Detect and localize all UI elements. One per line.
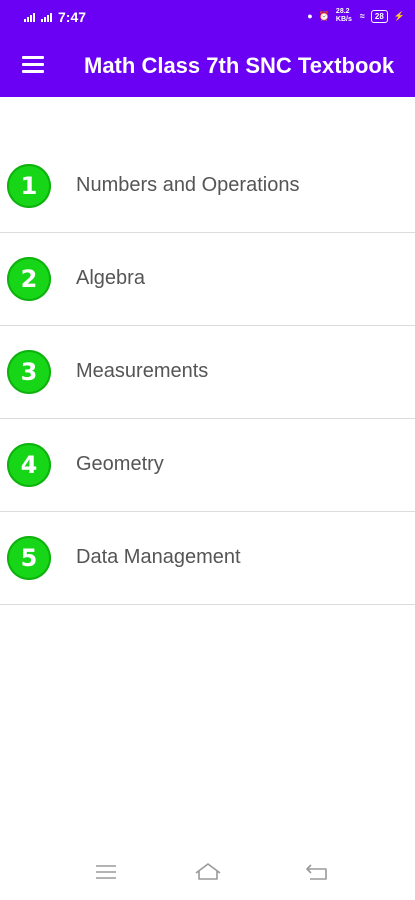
list-item[interactable]: 5 Data Management	[0, 512, 415, 605]
network-speed: 28.2 KB/s	[335, 8, 352, 23]
chapter-number-badge: 1	[7, 164, 51, 208]
signal-icon-2	[41, 12, 52, 22]
signal-icon	[24, 12, 35, 22]
hamburger-menu-icon[interactable]	[22, 56, 44, 74]
chapter-list: 1 Numbers and Operations 2 Algebra 3 Mea…	[0, 140, 415, 605]
chapter-number-badge: 5	[7, 536, 51, 580]
chapter-label: Data Management	[76, 546, 241, 568]
chapter-number-badge: 3	[7, 350, 51, 394]
back-icon[interactable]	[302, 860, 332, 884]
chapter-label: Algebra	[76, 267, 145, 289]
wifi-icon: ≈	[359, 11, 365, 21]
alarm-icon: ⏰	[318, 10, 330, 21]
list-item[interactable]: 1 Numbers and Operations	[0, 140, 415, 233]
status-bar: 7:47 ● ⏰ 28.2 KB/s ≈ 28 ⚡	[0, 0, 415, 33]
location-icon: ●	[307, 11, 313, 21]
chapter-number: 5	[20, 544, 38, 572]
chapter-label: Geometry	[76, 453, 164, 475]
chapter-label: Measurements	[76, 360, 209, 382]
recent-apps-icon[interactable]	[91, 860, 121, 884]
battery-icon: 28	[370, 9, 388, 23]
status-left: 7:47	[24, 9, 86, 25]
list-item[interactable]: 3 Measurements	[0, 326, 415, 419]
list-item[interactable]: 2 Algebra	[0, 233, 415, 326]
chapter-number: 1	[20, 172, 38, 200]
chapter-number-badge: 4	[7, 443, 51, 487]
list-item[interactable]: 4 Geometry	[0, 419, 415, 512]
charging-icon: ⚡	[393, 10, 405, 21]
chapter-number: 2	[20, 265, 38, 293]
status-time: 7:47	[58, 9, 87, 25]
chapter-number: 3	[20, 358, 38, 386]
chapter-number-badge: 2	[7, 257, 51, 301]
home-icon[interactable]	[193, 860, 223, 884]
status-right: ● ⏰ 28.2 KB/s ≈ 28 ⚡	[307, 8, 405, 24]
chapter-label: Numbers and Operations	[76, 174, 300, 196]
chapter-number: 4	[20, 451, 38, 479]
app-bar: Math Class 7th SNC Textbook	[0, 33, 415, 97]
system-nav-bar	[0, 848, 415, 900]
app-title: Math Class 7th SNC Textbook	[84, 53, 395, 78]
